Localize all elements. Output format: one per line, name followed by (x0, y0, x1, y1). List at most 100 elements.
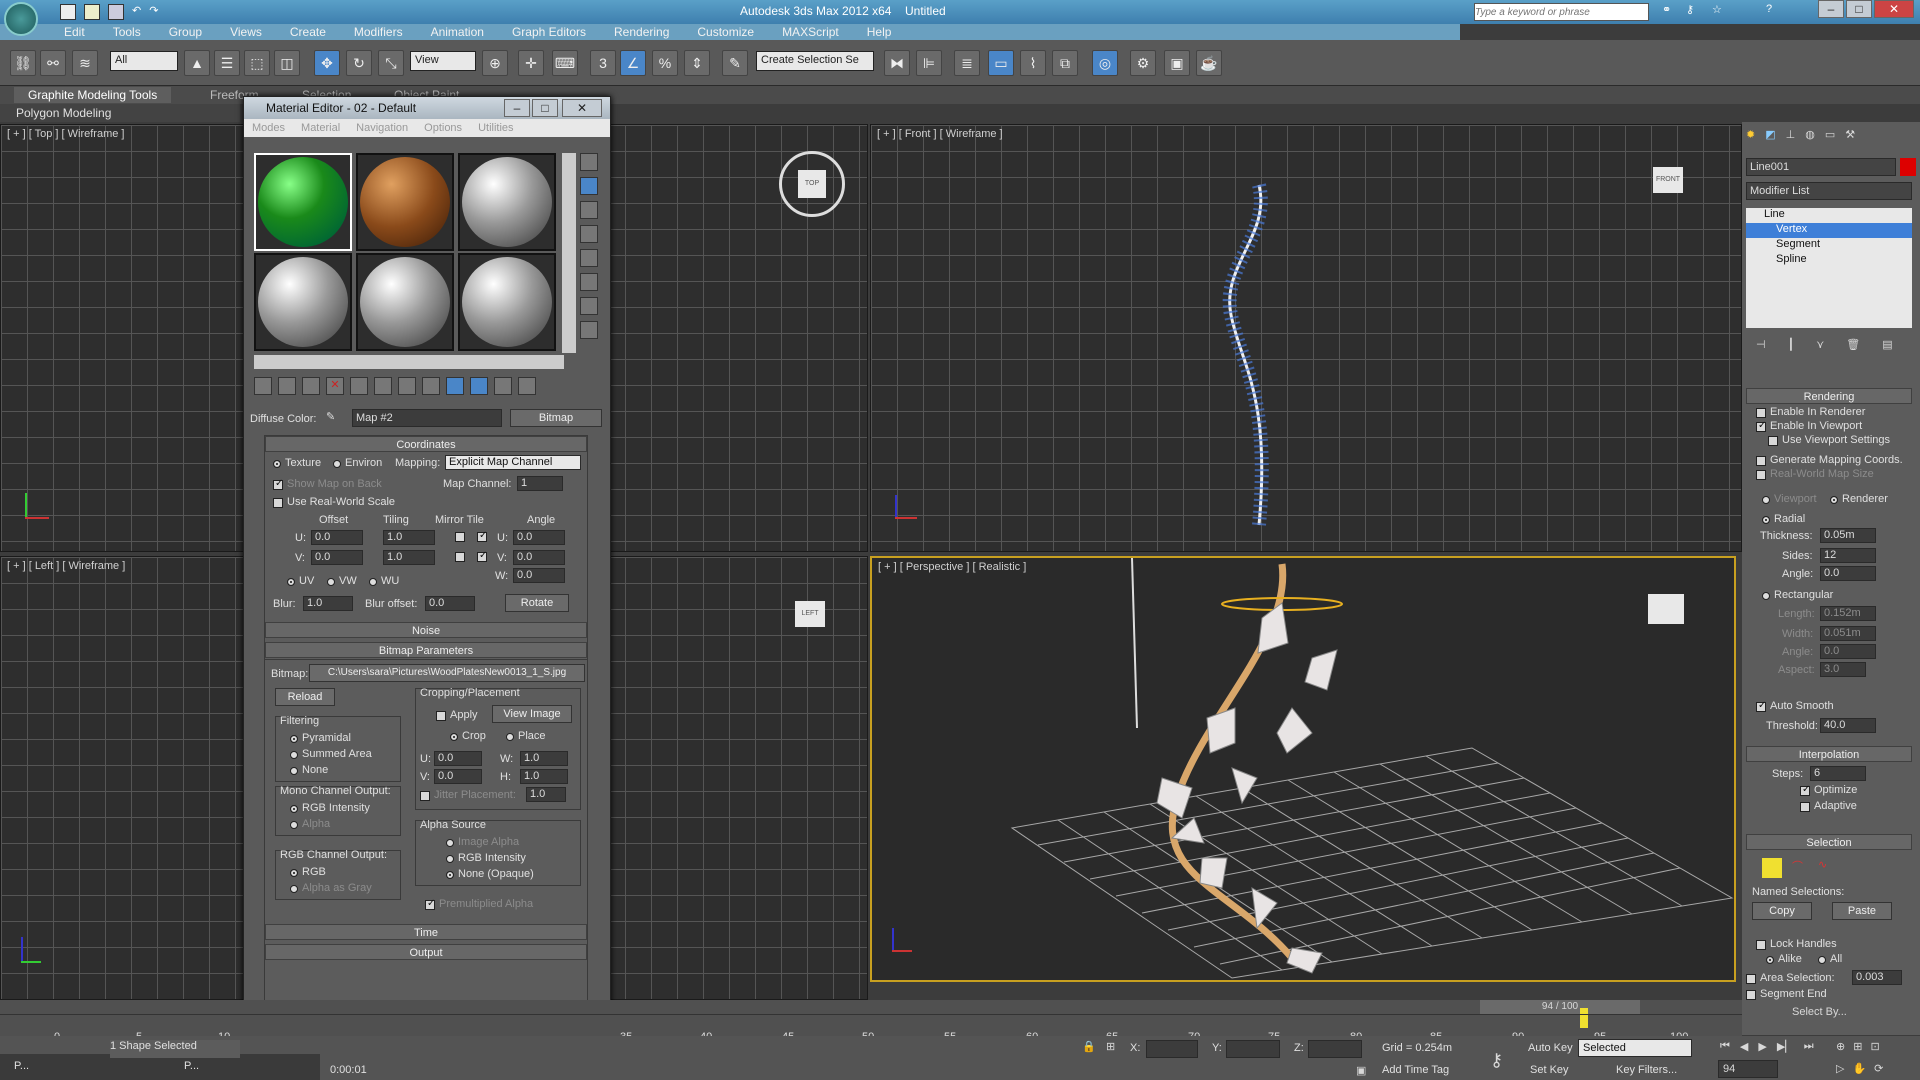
apply-checkbox[interactable] (436, 711, 446, 721)
key-filters-button[interactable]: Key Filters... (1616, 1064, 1677, 1076)
place-radio[interactable] (506, 733, 514, 741)
make-unique-icon[interactable] (350, 377, 368, 395)
rect-selection-icon[interactable]: ⬚ (244, 50, 270, 76)
remove-modifier-icon[interactable]: 🗑 (1846, 338, 1860, 351)
viewport-front-label[interactable]: [ + ] [ Front ] [ Wireframe ] (877, 128, 1003, 140)
sample-slots-hscroll[interactable] (254, 355, 564, 369)
filter-none-radio[interactable] (290, 767, 298, 775)
material-editor-icon[interactable]: ◎ (1092, 50, 1118, 76)
menu-customize[interactable]: Customize (683, 24, 768, 40)
mirror-v-checkbox[interactable] (455, 552, 465, 562)
mirror-u-checkbox[interactable] (455, 532, 465, 542)
star-icon[interactable]: ☆ (1712, 3, 1722, 16)
angle-snap-icon[interactable]: ∠ (620, 50, 646, 76)
show-shaded-icon[interactable] (422, 377, 440, 395)
me-minimize-button[interactable]: – (504, 99, 530, 117)
select-object-icon[interactable]: ▲ (184, 50, 210, 76)
sample-slot-5[interactable] (356, 253, 454, 351)
orbit-icon[interactable]: ⟳ (1874, 1062, 1883, 1075)
premultiplied-checkbox[interactable] (425, 898, 435, 910)
zoom-extents-icon[interactable]: ⊡ (1870, 1040, 1879, 1053)
copy-button[interactable]: Copy (1752, 902, 1812, 920)
pan-icon[interactable]: ✋ (1852, 1062, 1866, 1075)
viewport-left-label[interactable]: [ + ] [ Left ] [ Wireframe ] (7, 560, 125, 572)
length-field[interactable]: 0.152m (1820, 606, 1876, 621)
next-frame-icon[interactable]: ▶▏ (1777, 1040, 1794, 1053)
maximize-button[interactable]: □ (1846, 0, 1872, 18)
uv-radio[interactable] (287, 578, 295, 586)
zoom-icon[interactable]: ⊕ (1836, 1040, 1845, 1053)
enable-viewport-checkbox[interactable] (1756, 420, 1766, 432)
backlight-icon[interactable] (580, 177, 598, 195)
segment-end-checkbox[interactable] (1746, 990, 1756, 1000)
keyboard-shortcut-icon[interactable]: ⌨ (552, 50, 578, 76)
go-to-parent-icon[interactable] (494, 377, 512, 395)
go-forward-sibling-icon[interactable] (518, 377, 536, 395)
me-menu-navigation[interactable]: Navigation (356, 119, 408, 137)
angle-field[interactable]: 0.0 (1820, 566, 1876, 581)
use-viewport-settings-checkbox[interactable] (1768, 436, 1778, 446)
bind-space-warp-icon[interactable]: ≋ (72, 50, 98, 76)
spinner-snap-icon[interactable]: ⇕ (684, 50, 710, 76)
help-icon[interactable]: ? (1766, 3, 1772, 15)
jitter-checkbox[interactable] (420, 791, 430, 801)
put-to-scene-icon[interactable] (278, 377, 296, 395)
real-world-checkbox[interactable] (273, 498, 283, 508)
motion-tab-icon[interactable]: ◍ (1805, 128, 1815, 141)
select-manipulate-icon[interactable]: ✛ (518, 50, 544, 76)
minimize-button[interactable]: – (1818, 0, 1844, 18)
vertex-select-icon[interactable] (1762, 858, 1782, 878)
view-image-button[interactable]: View Image (492, 705, 572, 723)
close-button[interactable]: ✕ (1874, 0, 1914, 18)
viewcube-top[interactable]: TOP (779, 151, 845, 217)
tab-graphite-modeling-tools[interactable]: Graphite Modeling Tools (14, 87, 172, 103)
reload-button[interactable]: Reload (275, 688, 335, 706)
menu-views[interactable]: Views (216, 24, 276, 40)
show-end-result-icon[interactable] (470, 377, 488, 395)
edit-named-selection-icon[interactable]: ✎ (722, 50, 748, 76)
show-map-checkbox[interactable] (273, 478, 283, 490)
object-name-field[interactable]: Line001 (1746, 158, 1896, 176)
vw-radio[interactable] (327, 578, 335, 586)
snaps-toggle-icon[interactable]: 3 (590, 50, 616, 76)
material-id-icon[interactable] (398, 377, 416, 395)
configure-sets-icon[interactable]: ▤ (1882, 338, 1892, 351)
new-icon[interactable] (60, 4, 76, 20)
menu-edit[interactable]: Edit (50, 24, 99, 40)
blur-offset-field[interactable]: 0.0 (425, 596, 475, 611)
thickness-field[interactable]: 0.05m (1820, 528, 1876, 543)
wu-radio[interactable] (369, 578, 377, 586)
material-editor-window[interactable]: Material Editor - 02 - Default – □ ✕ Mod… (243, 96, 611, 1045)
mono-rgb-intensity-radio[interactable] (290, 805, 298, 813)
z-coord-field[interactable] (1308, 1040, 1362, 1058)
video-color-check-icon[interactable] (580, 249, 598, 267)
menu-group[interactable]: Group (155, 24, 216, 40)
alpha-rgb-intensity-radio[interactable] (446, 855, 454, 863)
task-button-2[interactable]: P... (184, 1060, 199, 1072)
x-coord-field[interactable] (1146, 1040, 1198, 1058)
segment-select-icon[interactable]: ⌒ (1792, 858, 1803, 874)
paste-button[interactable]: Paste (1832, 902, 1892, 920)
select-by-name-icon[interactable]: ☰ (214, 50, 240, 76)
renderer-radio[interactable] (1830, 496, 1838, 504)
viewport-radio[interactable] (1762, 496, 1770, 504)
map-name-dropdown[interactable]: Map #2 (352, 409, 502, 427)
sample-type-icon[interactable] (580, 153, 598, 171)
ref-coord-dropdown[interactable]: View (410, 51, 476, 71)
hierarchy-tab-icon[interactable]: ⊥ (1786, 128, 1796, 141)
menu-rendering[interactable]: Rendering (600, 24, 683, 40)
make-unique-icon[interactable]: ⋎ (1816, 338, 1824, 351)
move-icon[interactable]: ✥ (314, 50, 340, 76)
adaptive-checkbox[interactable] (1800, 802, 1810, 812)
save-icon[interactable] (108, 4, 124, 20)
open-icon[interactable] (84, 4, 100, 20)
render-production-icon[interactable]: ☕ (1196, 50, 1222, 76)
search-input[interactable] (1474, 3, 1649, 21)
blur-field[interactable]: 1.0 (303, 596, 353, 611)
noise-rollout-header[interactable]: Noise (265, 622, 587, 638)
rect-angle-field[interactable]: 0.0 (1820, 644, 1876, 659)
background-icon[interactable] (580, 201, 598, 219)
rendered-frame-icon[interactable]: ▣ (1164, 50, 1190, 76)
me-close-button[interactable]: ✕ (562, 99, 602, 117)
get-material-icon[interactable] (254, 377, 272, 395)
